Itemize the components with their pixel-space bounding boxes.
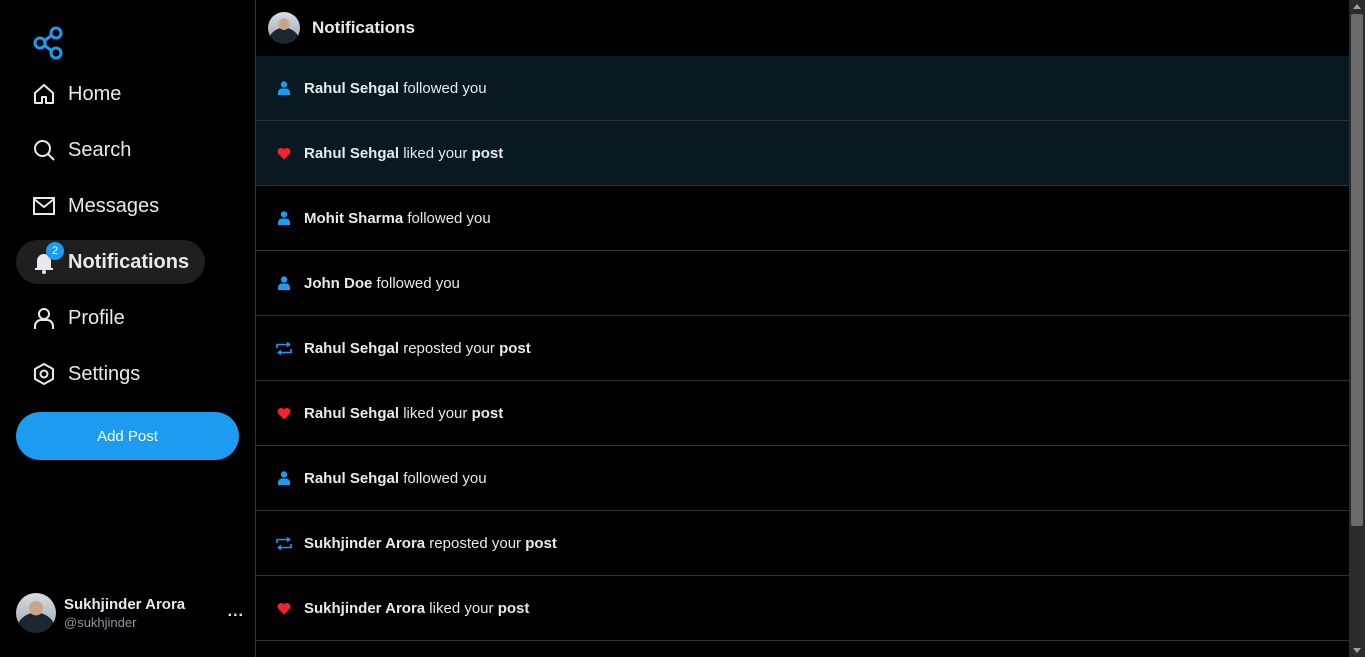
bell-icon: 2 (32, 242, 64, 274)
nav-settings[interactable]: Settings (16, 352, 156, 396)
notification-target[interactable]: post (472, 145, 504, 162)
notification-item[interactable]: Rahul Sehgal followed you (256, 56, 1349, 121)
notification-action: followed you (372, 274, 460, 292)
notification-target[interactable]: post (472, 405, 504, 422)
notification-item[interactable]: Mohit Sharma followed you (256, 186, 1349, 251)
notification-target[interactable]: post (499, 340, 531, 357)
notification-item[interactable]: Rahul Sehgal liked your post (256, 381, 1349, 446)
notification-action: followed you (403, 209, 491, 227)
scrollbar[interactable] (1349, 0, 1365, 657)
person-icon (276, 275, 292, 291)
nav-search[interactable]: Search (16, 128, 147, 172)
nav-profile-label: Profile (68, 306, 125, 329)
notification-item[interactable]: John Doe followed you (256, 251, 1349, 316)
nav-home[interactable]: Home (16, 72, 137, 116)
notification-action: reposted your (425, 534, 526, 552)
notification-action: followed you (399, 469, 487, 487)
more-options-icon[interactable]: ... (228, 603, 244, 621)
mail-icon (32, 194, 56, 218)
notification-actor[interactable]: Rahul Sehgal (304, 405, 399, 422)
notification-actor[interactable]: Rahul Sehgal (304, 340, 399, 357)
nav-messages[interactable]: Messages (16, 184, 175, 228)
notification-list: Rahul Sehgal followed you Rahul Sehgal li… (256, 56, 1349, 641)
notification-text: Mohit Sharma followed you (304, 210, 491, 227)
nav-search-label: Search (68, 138, 132, 161)
nav-home-label: Home (68, 82, 122, 105)
scroll-thumb[interactable] (1351, 14, 1363, 526)
notification-text: Sukhjinder Arora liked your post (304, 600, 529, 617)
notification-action: liked your (399, 144, 472, 162)
avatar (16, 593, 56, 633)
notification-text: John Doe followed you (304, 275, 460, 292)
notification-item[interactable]: Rahul Sehgal liked your post (256, 121, 1349, 186)
notifications-panel: Notifications Rahul Sehgal followed you R… (255, 0, 1349, 657)
account-switcher[interactable]: Sukhjinder Arora @sukhjinder ... (16, 593, 244, 633)
person-icon (276, 80, 292, 96)
notification-target[interactable]: post (498, 600, 530, 617)
notification-action: liked your (425, 599, 498, 617)
notification-action: followed you (399, 79, 487, 97)
repost-icon (276, 340, 292, 356)
notification-count-badge: 2 (46, 242, 64, 260)
notification-text: Rahul Sehgal liked your post (304, 405, 503, 422)
heart-icon (276, 145, 292, 161)
notification-actor[interactable]: Rahul Sehgal (304, 145, 399, 162)
page-header: Notifications (256, 0, 1349, 56)
heart-icon (276, 405, 292, 421)
heart-icon (276, 600, 292, 616)
page-title: Notifications (312, 18, 415, 37)
user-name: Sukhjinder Arora (64, 595, 186, 613)
nav-notifications-label: Notifications (68, 250, 190, 273)
header-avatar[interactable] (268, 12, 300, 44)
scroll-up-icon[interactable] (1353, 4, 1361, 9)
person-icon (276, 470, 292, 486)
notification-item[interactable]: Sukhjinder Arora reposted your post (256, 511, 1349, 576)
repost-icon (276, 535, 292, 551)
notification-item[interactable]: Rahul Sehgal reposted your post (256, 316, 1349, 381)
notification-action: reposted your (399, 339, 500, 357)
notification-action: liked your (399, 404, 472, 422)
nav-settings-label: Settings (68, 362, 141, 385)
notification-item[interactable]: Rahul Sehgal followed you (256, 446, 1349, 511)
notification-item[interactable]: Sukhjinder Arora liked your post (256, 576, 1349, 641)
notification-text: Rahul Sehgal liked your post (304, 145, 503, 162)
notification-actor[interactable]: Mohit Sharma (304, 210, 403, 227)
person-icon (276, 210, 292, 226)
notification-actor[interactable]: Sukhjinder Arora (304, 600, 425, 617)
notification-actor[interactable]: Sukhjinder Arora (304, 535, 425, 552)
user-handle: @sukhjinder (64, 614, 137, 630)
search-icon (32, 138, 56, 162)
nav-notifications[interactable]: 2 Notifications (16, 240, 206, 284)
settings-icon (32, 362, 56, 386)
user-icon (32, 306, 56, 330)
nav-profile[interactable]: Profile (16, 296, 141, 340)
nav-messages-label: Messages (68, 194, 160, 217)
notification-actor[interactable]: John Doe (304, 275, 372, 292)
home-icon (32, 82, 56, 106)
share-logo-icon[interactable] (32, 26, 66, 60)
sidebar: Home Search Messages 2 Notifications Pro… (0, 0, 255, 657)
notification-actor[interactable]: Rahul Sehgal (304, 470, 399, 487)
notification-target[interactable]: post (525, 535, 557, 552)
notification-text: Rahul Sehgal followed you (304, 80, 487, 97)
notification-actor[interactable]: Rahul Sehgal (304, 80, 399, 97)
add-post-button[interactable]: Add Post (16, 412, 239, 460)
notification-text: Rahul Sehgal followed you (304, 470, 487, 487)
notification-text: Rahul Sehgal reposted your post (304, 340, 531, 357)
notification-text: Sukhjinder Arora reposted your post (304, 535, 557, 552)
scroll-down-icon[interactable] (1353, 648, 1361, 653)
